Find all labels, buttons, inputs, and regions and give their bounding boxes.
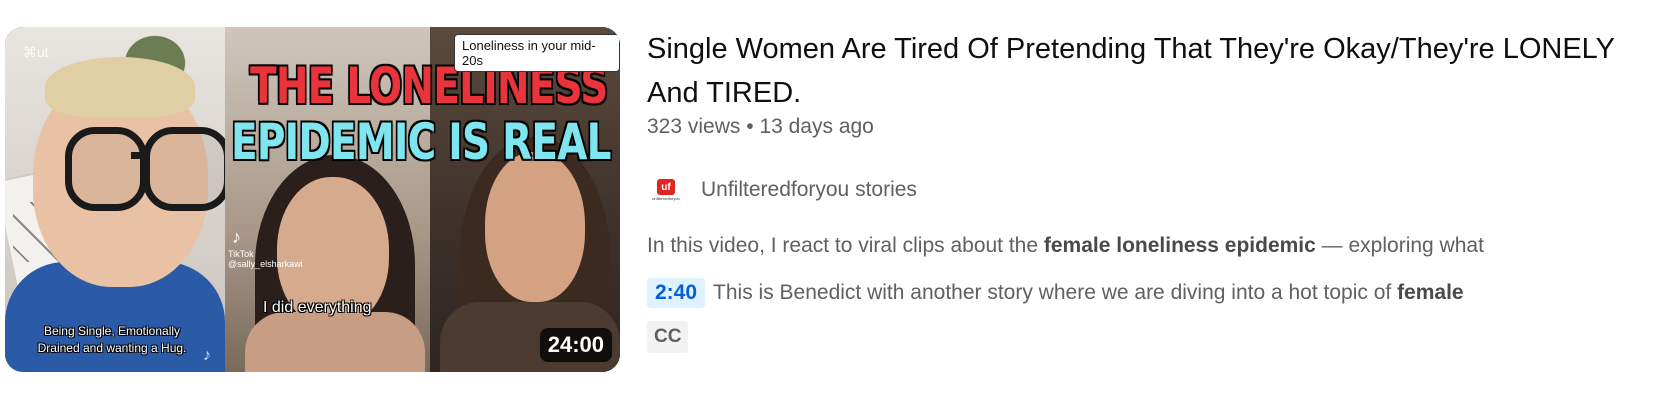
channel-logo-subtext: unfilteredforyou bbox=[652, 196, 680, 201]
video-description-snippet: In this video, I react to viral clips ab… bbox=[647, 234, 1484, 258]
tiktok-handle: @sally_elsharkawi bbox=[228, 259, 303, 269]
chapter-text-prefix: This is Benedict with another story wher… bbox=[713, 281, 1398, 304]
chapter-row[interactable]: 2:40 This is Benedict with another story… bbox=[647, 278, 1464, 308]
duration-badge: 24:00 bbox=[539, 328, 612, 362]
thumbnail-corner-label: Loneliness in your mid-20s bbox=[454, 34, 620, 72]
video-result-row[interactable]: ⌘ut Being Single, Emotionally Drained an… bbox=[0, 0, 1670, 402]
person-shirt bbox=[245, 312, 425, 372]
glasses-bridge bbox=[131, 152, 147, 159]
thumbnail-caption-middle: I did everything bbox=[263, 299, 372, 316]
thumbnail-panel-left: ⌘ut Being Single, Emotionally Drained an… bbox=[5, 27, 225, 372]
tiktok-icon: ♪ bbox=[203, 347, 211, 364]
tiktok-watermark: TikTok @sally_elsharkawi bbox=[228, 249, 303, 269]
chapter-text: This is Benedict with another story wher… bbox=[713, 281, 1464, 305]
video-metadata: 323 views • 13 days ago bbox=[647, 115, 874, 139]
description-prefix: In this video, I react to viral clips ab… bbox=[647, 234, 1044, 257]
chapter-timestamp-link[interactable]: 2:40 bbox=[647, 278, 706, 308]
tiktok-icon: ♪ bbox=[232, 227, 241, 247]
video-title-link[interactable]: Single Women Are Tired Of Pretending Tha… bbox=[647, 27, 1662, 115]
person-hair bbox=[45, 57, 195, 117]
meta-separator: • bbox=[746, 115, 754, 138]
thumbnail-headline-line2: EPIDEMIC IS REAL bbox=[231, 113, 611, 171]
channel-row[interactable]: uf unfilteredforyou Unfilteredforyou sto… bbox=[647, 170, 917, 210]
closed-captions-badge: CC bbox=[647, 321, 689, 353]
description-highlight: female loneliness epidemic bbox=[1043, 234, 1316, 257]
upload-age: 13 days ago bbox=[759, 115, 874, 138]
capcut-watermark: ⌘ut bbox=[23, 44, 49, 60]
channel-logo: uf bbox=[657, 179, 675, 195]
glasses-left-lens bbox=[65, 127, 147, 211]
channel-avatar[interactable]: uf unfilteredforyou bbox=[647, 171, 685, 209]
chapter-text-highlight: female bbox=[1397, 281, 1464, 304]
glasses-right-lens bbox=[143, 127, 225, 211]
tiktok-label: TikTok bbox=[228, 249, 254, 259]
person-face bbox=[485, 152, 585, 302]
channel-name-link[interactable]: Unfilteredforyou stories bbox=[701, 178, 917, 202]
view-count: 323 views bbox=[647, 115, 741, 138]
thumbnail-caption-left: Being Single, Emotionally Drained and wa… bbox=[37, 324, 187, 355]
video-thumbnail[interactable]: ⌘ut Being Single, Emotionally Drained an… bbox=[5, 27, 620, 372]
description-suffix: — exploring what bbox=[1315, 234, 1484, 257]
